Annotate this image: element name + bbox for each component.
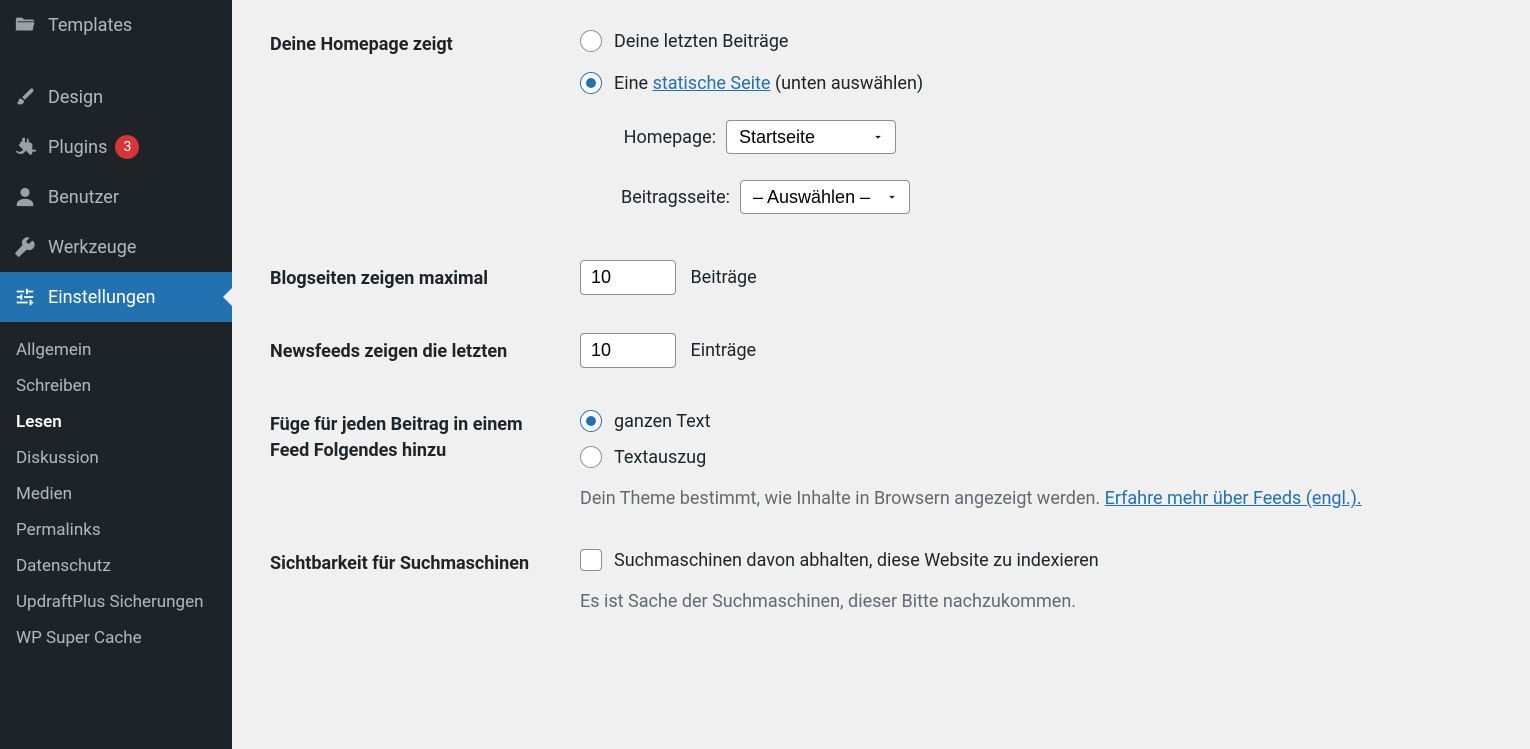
user-icon <box>12 184 38 210</box>
sidebar-item-label: Einstellungen <box>48 287 155 308</box>
search-visibility-checkbox-row[interactable]: Suchmaschinen davon abhalten, diese Webs… <box>580 549 1492 571</box>
checkbox-label: Suchmaschinen davon abhalten, diese Webs… <box>614 550 1099 571</box>
search-visibility-checkbox[interactable] <box>580 549 602 571</box>
postspage-select-row: Beitragsseite: – Auswählen – <box>614 180 1492 214</box>
sidebar-item-label: Werkzeuge <box>48 237 136 258</box>
brush-icon <box>12 84 38 110</box>
sidebar-item-settings[interactable]: Einstellungen <box>0 272 232 322</box>
update-count-badge: 3 <box>115 135 139 159</box>
blogpages-suffix: Beiträge <box>690 267 756 288</box>
homepage-select-label: Homepage: <box>614 127 716 148</box>
sidebar-item-label: Design <box>48 87 103 108</box>
search-visibility-legend: Sichtbarkeit für Suchmaschinen <box>260 527 570 630</box>
homepage-displays-legend: Deine Homepage zeigt <box>260 8 570 242</box>
sidebar-item-label: Benutzer <box>48 187 119 208</box>
sidebar-item-design[interactable]: Design <box>0 72 232 122</box>
settings-reading-panel: Deine Homepage zeigt Deine letzten Beitr… <box>232 0 1530 749</box>
homepage-select[interactable]: Startseite <box>726 120 896 154</box>
sidebar-item-templates[interactable]: Templates <box>0 0 232 50</box>
feeds-suffix: Einträge <box>690 340 756 361</box>
sidebar-item-label: Plugins <box>48 137 107 158</box>
radio-summary[interactable] <box>580 446 602 468</box>
radio-full-text[interactable] <box>580 410 602 432</box>
postspage-select[interactable]: – Auswählen – <box>740 180 910 214</box>
submenu-item-general[interactable]: Allgemein <box>0 332 232 368</box>
submenu-item-discussion[interactable]: Diskussion <box>0 440 232 476</box>
radio-label: Deine letzten Beiträge <box>614 31 788 52</box>
sidebar-item-plugins[interactable]: Plugins 3 <box>0 122 232 172</box>
radio-static-page[interactable] <box>580 72 602 94</box>
feeds-legend: Newsfeeds zeigen die letzten <box>260 315 570 388</box>
blogpages-input[interactable] <box>580 260 676 295</box>
sliders-icon <box>12 284 38 310</box>
homepage-displays-option-static-page[interactable]: Eine statische Seite (unten auswählen) <box>580 72 1492 94</box>
wrench-icon <box>12 234 38 260</box>
sidebar-item-label: Templates <box>48 15 132 36</box>
sidebar-item-tools[interactable]: Werkzeuge <box>0 222 232 272</box>
postspage-select-label: Beitragsseite: <box>614 187 730 208</box>
homepage-select-row: Homepage: Startseite <box>614 120 1492 154</box>
plug-icon <box>12 134 38 160</box>
submenu-item-permalinks[interactable]: Permalinks <box>0 512 232 548</box>
feed-content-option-summary[interactable]: Textauszug <box>580 446 1492 468</box>
search-visibility-description: Es ist Sache der Suchmaschinen, dieser B… <box>580 591 1492 612</box>
submenu-item-reading[interactable]: Lesen <box>0 404 232 440</box>
sidebar-item-users[interactable]: Benutzer <box>0 172 232 222</box>
feed-content-description: Dein Theme bestimmt, wie Inhalte in Brow… <box>580 488 1492 509</box>
settings-submenu: Allgemein Schreiben Lesen Diskussion Med… <box>0 322 232 670</box>
feed-content-option-full[interactable]: ganzen Text <box>580 410 1492 432</box>
radio-label: Eine statische Seite (unten auswählen) <box>614 73 923 94</box>
radio-latest-posts[interactable] <box>580 30 602 52</box>
admin-sidebar: Templates Design Plugins 3 Benutzer Werk… <box>0 0 232 749</box>
submenu-item-wpsupercache[interactable]: WP Super Cache <box>0 620 232 656</box>
blogpages-legend: Blogseiten zeigen maximal <box>260 242 570 315</box>
static-page-link[interactable]: statische Seite <box>653 73 771 94</box>
feed-content-legend: Füge für jeden Beitrag in einem Feed Fol… <box>260 388 570 527</box>
submenu-item-writing[interactable]: Schreiben <box>0 368 232 404</box>
radio-label: Textauszug <box>614 447 706 468</box>
folder-open-icon <box>12 12 38 38</box>
feeds-input[interactable] <box>580 333 676 368</box>
feeds-learn-more-link[interactable]: Erfahre mehr über Feeds (engl.). <box>1105 488 1362 509</box>
radio-label: ganzen Text <box>614 411 710 432</box>
submenu-item-media[interactable]: Medien <box>0 476 232 512</box>
submenu-item-updraftplus[interactable]: UpdraftPlus Sicherungen <box>0 584 232 620</box>
submenu-item-privacy[interactable]: Datenschutz <box>0 548 232 584</box>
homepage-displays-option-latest-posts[interactable]: Deine letzten Beiträge <box>580 30 1492 52</box>
